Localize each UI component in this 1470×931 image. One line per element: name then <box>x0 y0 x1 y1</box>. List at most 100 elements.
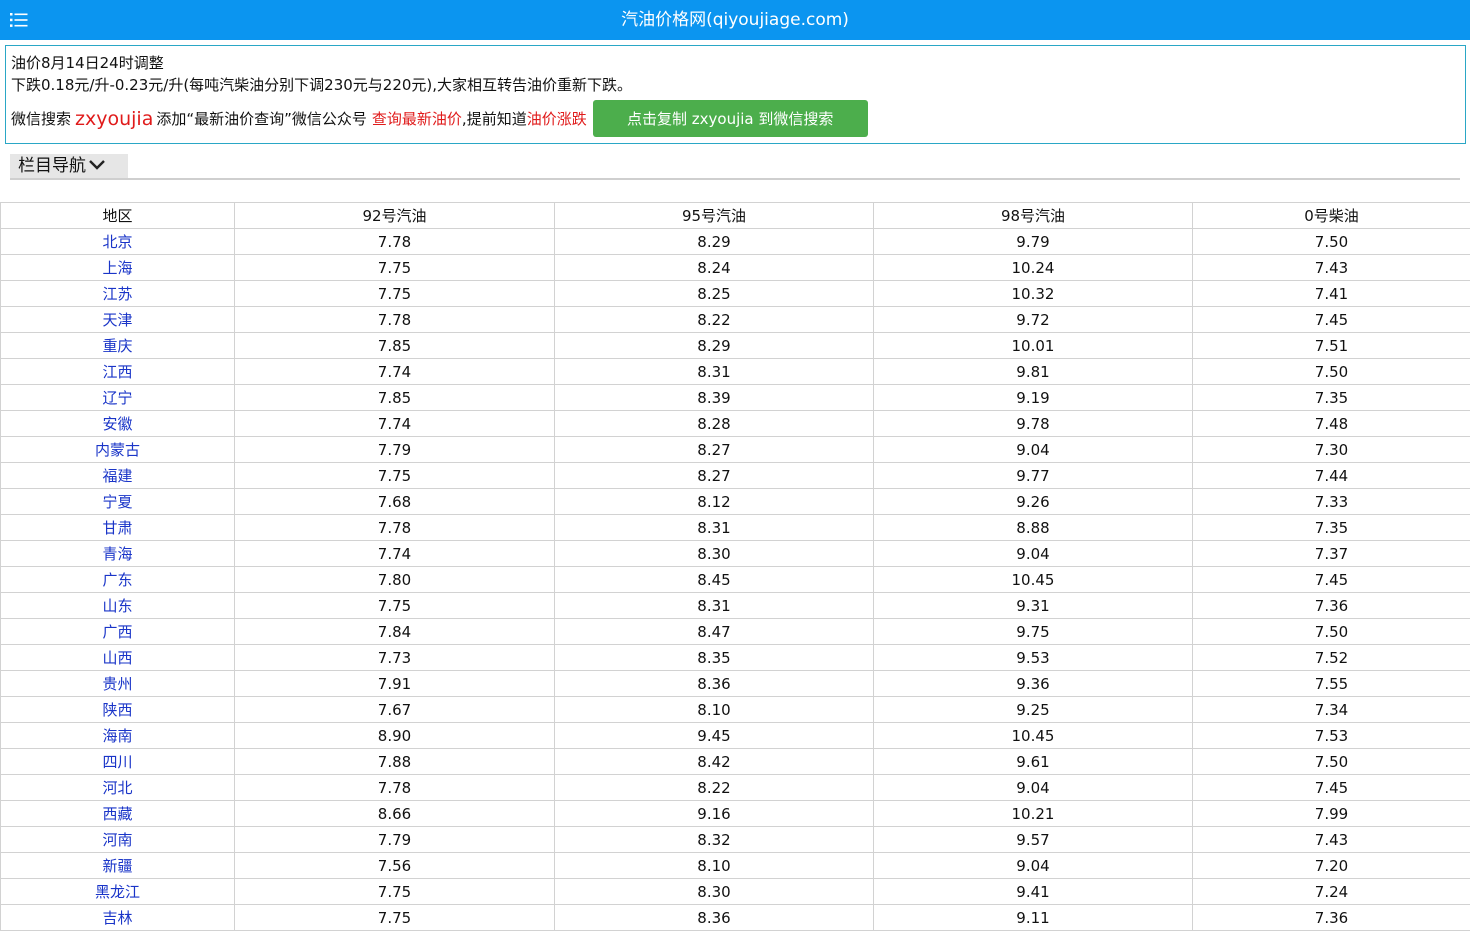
table-row: 黑龙江7.758.309.417.24 <box>1 879 1470 905</box>
table-row: 甘肃7.788.318.887.35 <box>1 515 1470 541</box>
wechat-know-text: ,提前知道 <box>462 108 527 130</box>
region-link[interactable]: 贵州 <box>1 671 235 697</box>
price-98: 9.53 <box>874 645 1193 671</box>
region-link[interactable]: 内蒙古 <box>1 437 235 463</box>
price-95: 9.45 <box>555 723 874 749</box>
region-link[interactable]: 四川 <box>1 749 235 775</box>
region-link[interactable]: 山东 <box>1 593 235 619</box>
price-92: 7.68 <box>235 489 555 515</box>
price-diesel: 7.41 <box>1193 281 1470 307</box>
region-link[interactable]: 江西 <box>1 359 235 385</box>
price-95: 8.29 <box>555 229 874 255</box>
region-link[interactable]: 广西 <box>1 619 235 645</box>
price-98: 9.81 <box>874 359 1193 385</box>
price-92: 7.75 <box>235 905 555 931</box>
region-link[interactable]: 重庆 <box>1 333 235 359</box>
table-row: 上海7.758.2410.247.43 <box>1 255 1470 281</box>
price-98: 10.45 <box>874 567 1193 593</box>
price-98: 9.31 <box>874 593 1193 619</box>
price-92: 7.79 <box>235 437 555 463</box>
price-diesel: 7.45 <box>1193 567 1470 593</box>
price-98: 9.25 <box>874 697 1193 723</box>
header-98-gasoline: 98号汽油 <box>874 203 1193 229</box>
price-92: 7.74 <box>235 411 555 437</box>
header-95-gasoline: 95号汽油 <box>555 203 874 229</box>
region-link[interactable]: 新疆 <box>1 853 235 879</box>
region-link[interactable]: 陕西 <box>1 697 235 723</box>
region-link[interactable]: 山西 <box>1 645 235 671</box>
region-link[interactable]: 甘肃 <box>1 515 235 541</box>
region-link[interactable]: 青海 <box>1 541 235 567</box>
region-link[interactable]: 安徽 <box>1 411 235 437</box>
price-diesel: 7.43 <box>1193 827 1470 853</box>
price-95: 8.39 <box>555 385 874 411</box>
table-row: 北京7.788.299.797.50 <box>1 229 1470 255</box>
price-95: 8.47 <box>555 619 874 645</box>
price-95: 8.36 <box>555 671 874 697</box>
wechat-promo: 微信搜索 zxyoujia 添加“最新油价查询”微信公众号 查询最新油价 ,提前… <box>11 100 1460 137</box>
table-row: 贵州7.918.369.367.55 <box>1 671 1470 697</box>
query-latest-price-link[interactable]: 查询最新油价 <box>372 108 462 130</box>
price-92: 7.79 <box>235 827 555 853</box>
price-95: 8.36 <box>555 905 874 931</box>
price-92: 7.75 <box>235 879 555 905</box>
region-link[interactable]: 吉林 <box>1 905 235 931</box>
price-diesel: 7.24 <box>1193 879 1470 905</box>
price-diesel: 7.36 <box>1193 905 1470 931</box>
price-92: 8.90 <box>235 723 555 749</box>
price-95: 8.10 <box>555 697 874 723</box>
region-link[interactable]: 上海 <box>1 255 235 281</box>
notice-headline: 油价8月14日24时调整 <box>11 52 1460 74</box>
price-95: 8.28 <box>555 411 874 437</box>
table-header-row: 地区 92号汽油 95号汽油 98号汽油 0号柴油 <box>1 203 1470 229</box>
column-nav-toggle[interactable]: 栏目导航 <box>10 154 128 178</box>
price-98: 9.11 <box>874 905 1193 931</box>
price-98: 9.79 <box>874 229 1193 255</box>
price-95: 8.25 <box>555 281 874 307</box>
price-92: 7.74 <box>235 541 555 567</box>
region-link[interactable]: 辽宁 <box>1 385 235 411</box>
region-link[interactable]: 江苏 <box>1 281 235 307</box>
table-row: 海南8.909.4510.457.53 <box>1 723 1470 749</box>
region-link[interactable]: 海南 <box>1 723 235 749</box>
price-95: 8.31 <box>555 515 874 541</box>
price-95: 8.22 <box>555 307 874 333</box>
price-diesel: 7.35 <box>1193 515 1470 541</box>
price-98: 9.72 <box>874 307 1193 333</box>
region-link[interactable]: 天津 <box>1 307 235 333</box>
price-92: 7.78 <box>235 515 555 541</box>
region-link[interactable]: 北京 <box>1 229 235 255</box>
table-row: 青海7.748.309.047.37 <box>1 541 1470 567</box>
region-link[interactable]: 黑龙江 <box>1 879 235 905</box>
region-link[interactable]: 福建 <box>1 463 235 489</box>
region-link[interactable]: 宁夏 <box>1 489 235 515</box>
region-link[interactable]: 广东 <box>1 567 235 593</box>
top-bar: 汽油价格网(qiyoujiage.com) <box>0 0 1470 40</box>
copy-wechat-id-button[interactable]: 点击复制 zxyoujia 到微信搜索 <box>593 100 868 137</box>
table-row: 河北7.788.229.047.45 <box>1 775 1470 801</box>
price-diesel: 7.20 <box>1193 853 1470 879</box>
price-98: 10.21 <box>874 801 1193 827</box>
region-link[interactable]: 西藏 <box>1 801 235 827</box>
price-diesel: 7.53 <box>1193 723 1470 749</box>
price-92: 7.73 <box>235 645 555 671</box>
price-98: 9.26 <box>874 489 1193 515</box>
price-diesel: 7.35 <box>1193 385 1470 411</box>
price-92: 7.85 <box>235 333 555 359</box>
header-0-diesel: 0号柴油 <box>1193 203 1470 229</box>
price-92: 7.56 <box>235 853 555 879</box>
price-trend-link[interactable]: 油价涨跌 <box>527 108 587 130</box>
region-link[interactable]: 河南 <box>1 827 235 853</box>
notice-detail: 下跌0.18元/升-0.23元/升(每吨汽柴油分别下调230元与220元),大家… <box>11 74 1460 96</box>
price-95: 8.12 <box>555 489 874 515</box>
region-link[interactable]: 河北 <box>1 775 235 801</box>
price-92: 7.84 <box>235 619 555 645</box>
price-92: 7.67 <box>235 697 555 723</box>
site-title[interactable]: 汽油价格网(qiyoujiage.com) <box>0 0 1470 40</box>
column-nav: 栏目导航 <box>10 154 1460 180</box>
price-95: 8.42 <box>555 749 874 775</box>
price-98: 9.04 <box>874 541 1193 567</box>
price-98: 9.04 <box>874 853 1193 879</box>
table-row: 天津7.788.229.727.45 <box>1 307 1470 333</box>
price-diesel: 7.50 <box>1193 749 1470 775</box>
